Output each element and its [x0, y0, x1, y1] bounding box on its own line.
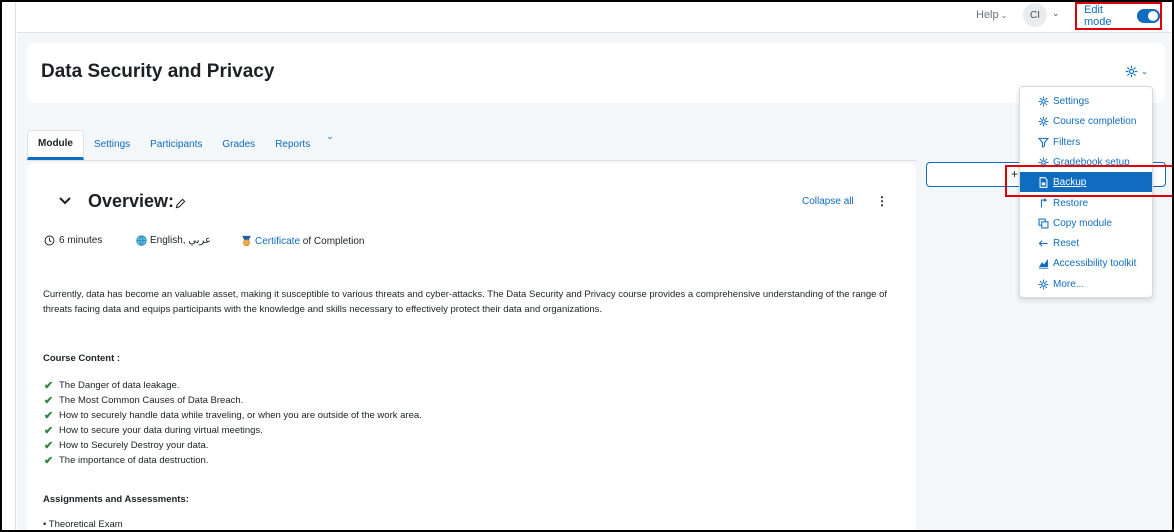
- section-menu-icon[interactable]: ⋮: [876, 194, 888, 208]
- help-menu[interactable]: Help ⌄: [976, 9, 1007, 21]
- list-item: ✔ The importance of data destruction.: [44, 453, 422, 468]
- section-title: Overview:: [88, 191, 175, 211]
- collapse-all-link[interactable]: Collapse all: [802, 196, 854, 207]
- menu-item-course-completion[interactable]: Course completion: [1020, 111, 1152, 131]
- tab-label: Settings: [94, 139, 131, 150]
- tab-label: Reports: [275, 139, 311, 150]
- clock-icon: [44, 235, 55, 246]
- help-label: Help: [976, 9, 999, 21]
- tab-label: Participants: [150, 139, 203, 150]
- tabs-more-chevron-icon[interactable]: ⌄: [320, 131, 340, 160]
- collapse-section-chevron-icon[interactable]: [59, 194, 71, 209]
- page-title: Data Security and Privacy: [41, 61, 275, 82]
- menu-item-restore[interactable]: Restore: [1020, 193, 1152, 213]
- certificate-meta: Certificate of Completion: [241, 235, 365, 247]
- tab-grades[interactable]: Grades: [212, 130, 265, 160]
- user-menu-chevron-icon[interactable]: ⌄: [1052, 8, 1060, 19]
- certificate-badge-icon: [242, 235, 251, 247]
- list-item: ✔ The Danger of data leakage.: [44, 378, 422, 393]
- list-item-text: How to Securely Destroy your data.: [59, 440, 209, 451]
- course-header: Data Security and Privacy ⌄: [27, 43, 1165, 103]
- menu-item-copy-module[interactable]: Copy module: [1020, 213, 1152, 233]
- list-item-text: The Danger of data leakage.: [59, 380, 180, 391]
- list-item: ✔ How to Securely Destroy your data.: [44, 438, 422, 453]
- check-icon: ✔: [44, 395, 54, 407]
- arrow-left-icon: [1038, 239, 1048, 247]
- menu-item-reset[interactable]: Reset: [1020, 233, 1152, 253]
- menu-item-more[interactable]: More...: [1020, 274, 1152, 294]
- chart-icon: [1038, 258, 1049, 269]
- check-icon: ✔: [44, 380, 54, 392]
- list-item-text: The Most Common Causes of Data Breach.: [59, 395, 244, 406]
- menu-item-gradebook-setup[interactable]: Gradebook setup: [1020, 152, 1152, 172]
- left-drawer-strip: [2, 2, 16, 530]
- certificate-suffix: of Completion: [300, 235, 365, 247]
- menu-item-label: Accessibility toolkit: [1053, 257, 1137, 269]
- menu-item-label: Filters: [1053, 136, 1081, 148]
- certificate-link[interactable]: Certificate: [255, 236, 300, 247]
- tab-label: Module: [38, 138, 73, 149]
- check-icon: ✔: [44, 425, 54, 437]
- user-avatar[interactable]: CI: [1023, 3, 1047, 27]
- list-item-text: How to securely handle data while travel…: [59, 410, 422, 421]
- restore-icon: [1040, 197, 1048, 208]
- gear-icon: [1038, 157, 1049, 167]
- list-item: ✔ How to secure your data during virtual …: [44, 423, 422, 438]
- course-actions-button[interactable]: ⌄: [1125, 65, 1148, 78]
- tab-module[interactable]: Module: [27, 130, 84, 160]
- assessment-item: • Theoretical Exam: [43, 519, 123, 530]
- list-item: ✔ The Most Common Causes of Data Breach.: [44, 393, 422, 408]
- check-icon: ✔: [44, 455, 54, 467]
- menu-item-label: Backup: [1053, 176, 1087, 188]
- gear-icon: [1038, 279, 1049, 289]
- tab-label: Grades: [222, 139, 256, 150]
- course-content-heading: Course Content :: [43, 353, 121, 364]
- menu-item-label: Copy module: [1053, 217, 1112, 229]
- menu-item-label: More...: [1053, 278, 1085, 290]
- chevron-down-icon: ⌄: [1000, 11, 1008, 20]
- edit-mode-label: Edit mode: [1084, 4, 1112, 28]
- menu-item-settings[interactable]: Settings: [1020, 91, 1152, 111]
- filter-icon: [1038, 137, 1049, 148]
- course-actions-dropdown: Settings Course completion Filters Grade…: [1019, 86, 1153, 298]
- menu-item-label: Restore: [1053, 197, 1089, 209]
- list-item: ✔ How to securely handle data while trave…: [44, 408, 422, 423]
- menu-item-label: Gradebook setup: [1053, 156, 1130, 168]
- tab-participants[interactable]: Participants: [140, 130, 212, 160]
- chevron-down-icon: ⌄: [1141, 67, 1148, 76]
- menu-item-label: Settings: [1053, 95, 1090, 107]
- list-item-text: How to secure your data during virtual m…: [59, 425, 263, 436]
- language-text: English, عربي: [150, 235, 211, 246]
- duration-meta: 6 minutes: [44, 235, 102, 246]
- language-meta: English, عربي: [136, 235, 211, 246]
- assessments-heading: Assignments and Assessments:: [43, 494, 189, 505]
- menu-item-backup[interactable]: Backup: [1020, 172, 1152, 192]
- gear-icon: [1038, 116, 1049, 126]
- course-content-card: Overview: Collapse all ⋮ 6 minutes Engli…: [27, 163, 916, 532]
- copy-icon: [1038, 218, 1049, 228]
- course-content-list: ✔ The Danger of data leakage. ✔ The Most C…: [44, 378, 422, 468]
- menu-item-filters[interactable]: Filters: [1020, 132, 1152, 152]
- check-icon: ✔: [44, 440, 54, 452]
- gear-icon: [1125, 65, 1138, 78]
- globe-icon: [136, 235, 147, 246]
- edit-mode-toggle[interactable]: [1137, 9, 1160, 23]
- edit-mode-control[interactable]: Edit mode: [1075, 2, 1162, 30]
- file-icon: [1039, 176, 1048, 188]
- check-icon: ✔: [44, 410, 54, 422]
- tab-reports[interactable]: Reports: [265, 130, 320, 160]
- list-item-text: The importance of data destruction.: [59, 455, 209, 466]
- menu-item-accessibility-toolkit[interactable]: Accessibility toolkit: [1020, 253, 1152, 273]
- pencil-icon[interactable]: [175, 196, 186, 214]
- plus-icon: +: [1011, 167, 1019, 181]
- course-description: Currently, data has become an valuable a…: [43, 289, 888, 315]
- gear-icon: [1038, 96, 1049, 106]
- course-tabs: Module Settings Participants Grades Repo…: [27, 130, 917, 161]
- avatar-initials: CI: [1030, 9, 1040, 21]
- duration-text: 6 minutes: [59, 235, 103, 246]
- menu-item-label: Reset: [1053, 237, 1080, 249]
- tab-settings[interactable]: Settings: [84, 130, 140, 160]
- menu-item-label: Course completion: [1053, 115, 1137, 127]
